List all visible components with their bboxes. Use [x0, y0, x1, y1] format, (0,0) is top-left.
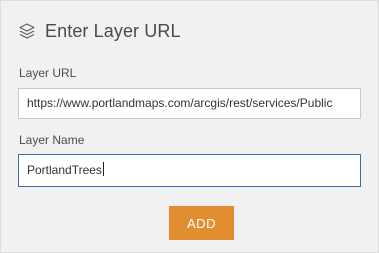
panel-header: Enter Layer URL — [18, 18, 181, 44]
layer-url-label: Layer URL — [19, 66, 77, 80]
add-button[interactable]: ADD — [169, 206, 234, 240]
layer-url-value: https://www.portlandmaps.com/arcgis/rest… — [27, 96, 333, 110]
text-caret — [102, 162, 104, 176]
layers-icon — [18, 22, 36, 40]
layer-name-input[interactable]: PortlandTrees — [18, 154, 361, 187]
layer-name-value: PortlandTrees — [27, 163, 102, 177]
layer-url-input[interactable]: https://www.portlandmaps.com/arcgis/rest… — [18, 88, 361, 119]
layer-name-label: Layer Name — [19, 133, 85, 147]
panel-title: Enter Layer URL — [45, 20, 181, 41]
enter-layer-url-panel: Enter Layer URL Layer URL https://www.po… — [0, 0, 379, 253]
